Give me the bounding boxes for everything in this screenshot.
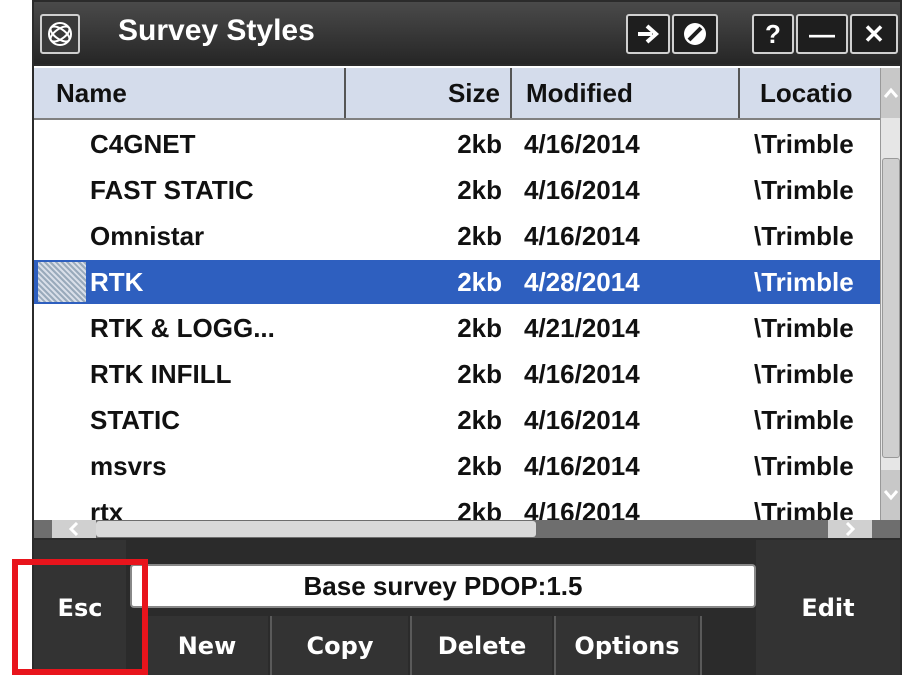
cell-name: RTK INFILL xyxy=(90,359,232,389)
copy-button[interactable]: Copy xyxy=(272,616,408,675)
cell-size: 2kb xyxy=(457,451,502,481)
table-row[interactable]: RTK 2kb 4/28/2014 \Trimble xyxy=(34,260,880,304)
cell-size: 2kb xyxy=(457,359,502,389)
cell-name: RTK & LOGG... xyxy=(90,313,275,343)
table-row[interactable]: FAST STATIC 2kb 4/16/2014 \Trimble xyxy=(34,168,880,212)
cell-name: FAST STATIC xyxy=(90,175,254,205)
column-header-location[interactable]: Locatio xyxy=(740,68,882,118)
cell-name: C4GNET xyxy=(90,129,196,159)
cell-name: STATIC xyxy=(90,405,181,435)
chevron-down-icon[interactable] xyxy=(881,470,900,520)
trimble-globe-icon[interactable] xyxy=(40,14,80,54)
vertical-scrollbar[interactable] xyxy=(880,68,900,520)
cell-modified: 4/16/2014 xyxy=(524,175,640,205)
table-row[interactable]: STATIC 2kb 4/16/2014 \Trimble xyxy=(34,398,880,442)
forward-arrow-icon[interactable] xyxy=(626,14,670,54)
cell-location: \Trimble xyxy=(754,359,854,389)
vertical-scroll-thumb[interactable] xyxy=(882,158,900,458)
cell-name: Omnistar xyxy=(90,221,205,251)
horizontal-scrollbar[interactable] xyxy=(34,520,900,538)
cell-modified: 4/16/2014 xyxy=(524,405,640,435)
title-bar: Survey Styles ? — ✕ xyxy=(34,2,900,64)
cell-location: \Trimble xyxy=(754,313,854,343)
horizontal-scroll-thumb[interactable] xyxy=(96,521,536,537)
chevron-right-icon[interactable] xyxy=(828,520,872,538)
cell-location: \Trimble xyxy=(754,451,854,481)
cell-modified: 4/16/2014 xyxy=(524,359,640,389)
table-row[interactable]: msvrs 2kb 4/16/2014 \Trimble xyxy=(34,444,880,488)
window-title: Survey Styles xyxy=(118,14,315,47)
esc-button[interactable]: Esc xyxy=(34,540,126,675)
column-header-modified[interactable]: Modified xyxy=(512,68,740,118)
status-bar: Base survey PDOP:1.5 xyxy=(130,564,756,608)
cell-size: 2kb xyxy=(457,221,502,251)
options-button[interactable]: Options xyxy=(556,616,698,675)
cell-size: 2kb xyxy=(457,129,502,159)
table-row[interactable]: RTK INFILL 2kb 4/16/2014 \Trimble xyxy=(34,352,880,396)
new-button[interactable]: New xyxy=(146,616,268,675)
selection-marker xyxy=(38,262,86,302)
cell-modified: 4/21/2014 xyxy=(524,313,640,343)
no-signal-icon[interactable] xyxy=(672,14,718,54)
edit-button[interactable]: Edit xyxy=(756,540,900,675)
minimize-button[interactable]: — xyxy=(796,14,848,54)
cell-name: RTK xyxy=(90,267,144,297)
table-row[interactable]: RTK & LOGG... 2kb 4/21/2014 \Trimble xyxy=(34,306,880,350)
cell-modified: 4/28/2014 xyxy=(524,267,640,297)
cell-location: \Trimble xyxy=(754,267,854,297)
cell-size: 2kb xyxy=(457,313,502,343)
cell-location: \Trimble xyxy=(754,129,854,159)
delete-button[interactable]: Delete xyxy=(412,616,552,675)
cell-location: \Trimble xyxy=(754,405,854,435)
help-button[interactable]: ? xyxy=(752,14,794,54)
chevron-up-icon[interactable] xyxy=(881,68,900,118)
cell-name: msvrs xyxy=(90,451,167,481)
close-button[interactable]: ✕ xyxy=(850,14,898,54)
table-row[interactable]: Omnistar 2kb 4/16/2014 \Trimble xyxy=(34,214,880,258)
cell-modified: 4/16/2014 xyxy=(524,221,640,251)
cell-size: 2kb xyxy=(457,175,502,205)
cell-size: 2kb xyxy=(457,405,502,435)
column-header-size[interactable]: Size xyxy=(346,68,512,118)
cell-modified: 4/16/2014 xyxy=(524,451,640,481)
table-row[interactable]: C4GNET 2kb 4/16/2014 \Trimble xyxy=(34,122,880,166)
chevron-left-icon[interactable] xyxy=(52,520,96,538)
column-header-name[interactable]: Name xyxy=(34,68,346,118)
cell-modified: 4/16/2014 xyxy=(524,129,640,159)
softkey-divider xyxy=(700,616,702,675)
cell-location: \Trimble xyxy=(754,175,854,205)
cell-size: 2kb xyxy=(457,267,502,297)
table-header: Name Size Modified Locatio xyxy=(34,68,880,120)
survey-styles-table: Name Size Modified Locatio C4GNET 2kb 4/16… xyxy=(34,66,900,538)
cell-location: \Trimble xyxy=(754,221,854,251)
bottom-panel: Base survey PDOP:1.5 Esc New Copy Delete… xyxy=(34,540,900,675)
